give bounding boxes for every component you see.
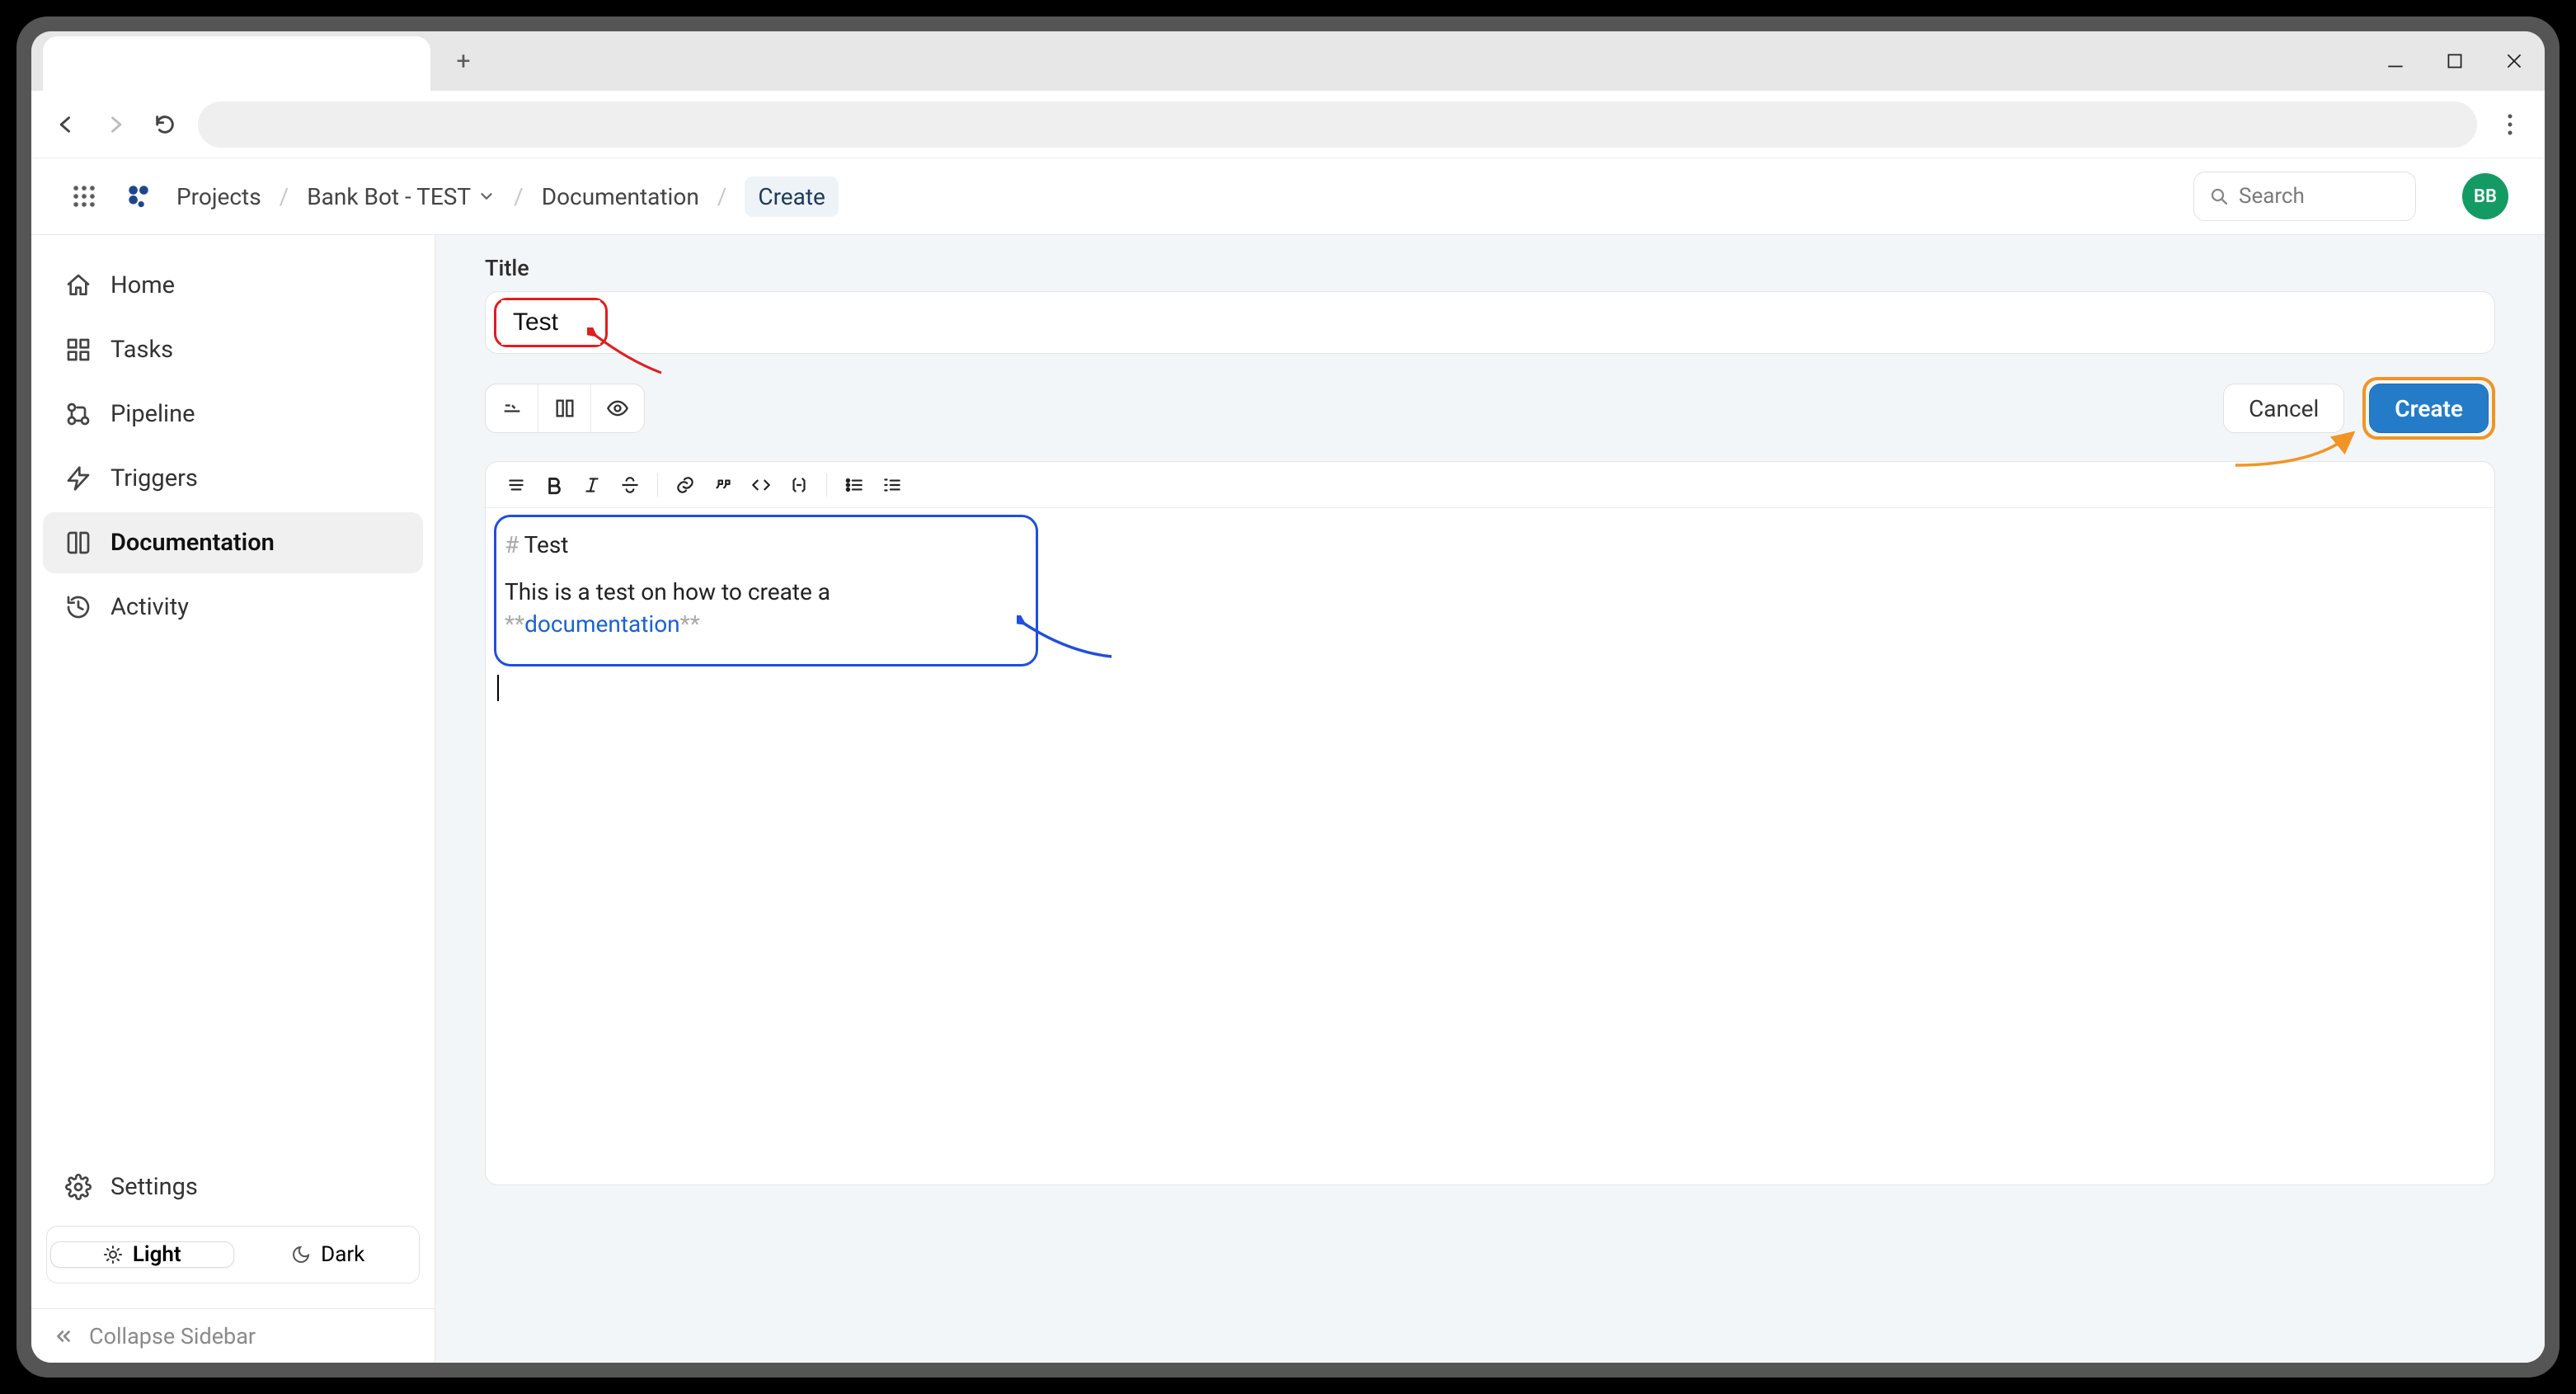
theme-light-label: Light xyxy=(133,1242,181,1267)
nav-back-button[interactable] xyxy=(49,108,82,141)
search-placeholder: Search xyxy=(2239,184,2305,209)
breadcrumb-separator: / xyxy=(717,183,727,210)
editor-line-2: This is a test on how to create a **docu… xyxy=(505,576,1027,640)
editor-line-1: # Test xyxy=(505,529,1027,561)
title-input-container xyxy=(485,291,2495,354)
new-tab-button[interactable]: + xyxy=(445,43,482,79)
sidebar-item-label: Documentation xyxy=(110,529,275,557)
title-input[interactable] xyxy=(501,300,600,345)
nav-forward-button[interactable] xyxy=(99,108,132,141)
search-input[interactable]: Search xyxy=(2193,172,2416,221)
collapse-sidebar-label: Collapse Sidebar xyxy=(89,1323,256,1349)
app-logo-icon[interactable] xyxy=(122,180,155,213)
triggers-icon xyxy=(64,464,92,492)
editor-body[interactable]: # Test This is a test on how to create a… xyxy=(486,508,2494,1184)
sun-icon xyxy=(103,1245,123,1264)
app-header: Projects / Bank Bot - TEST / Documentati… xyxy=(31,158,2545,235)
create-button[interactable]: Create xyxy=(2369,384,2489,433)
md-hash: # xyxy=(505,531,519,558)
sidebar-item-documentation[interactable]: Documentation xyxy=(43,512,423,573)
md-body-text: This is a test on how to create a xyxy=(505,578,830,605)
activity-icon xyxy=(64,593,92,621)
sidebar-item-tasks[interactable]: Tasks xyxy=(43,319,423,380)
breadcrumb-separator: / xyxy=(280,183,289,210)
title-red-callout xyxy=(494,298,608,347)
theme-light[interactable]: Light xyxy=(50,1241,234,1268)
chevrons-left-icon xyxy=(53,1326,74,1347)
create-orange-callout: Create xyxy=(2362,377,2495,440)
nav-reload-button[interactable] xyxy=(148,108,181,141)
md-heading-text: Test xyxy=(519,531,568,558)
sidebar-item-pipeline[interactable]: Pipeline xyxy=(43,384,423,445)
md-bold-open: ** xyxy=(505,610,524,638)
breadcrumb-project-name: Bank Bot - TEST xyxy=(307,183,471,210)
breadcrumb-projects[interactable]: Projects xyxy=(176,183,261,210)
window-close-button[interactable] xyxy=(2502,49,2527,73)
md-bold-close: ** xyxy=(680,610,700,638)
home-icon xyxy=(64,271,92,299)
md-bold-word: documentation xyxy=(524,610,680,638)
toolbar-bullet-list-button[interactable] xyxy=(837,468,872,502)
sidebar-item-label: Settings xyxy=(110,1173,198,1201)
sidebar-item-activity[interactable]: Activity xyxy=(43,577,423,638)
browser-tab-strip: + xyxy=(31,31,2545,91)
cancel-button[interactable]: Cancel xyxy=(2223,384,2344,433)
search-icon xyxy=(2209,186,2229,206)
sidebar-item-label: Home xyxy=(110,271,175,299)
apps-grid-icon[interactable] xyxy=(68,180,101,213)
toolbar-quote-button[interactable] xyxy=(706,468,740,502)
avatar[interactable]: BB xyxy=(2462,173,2508,219)
sidebar-item-home[interactable]: Home xyxy=(43,255,423,316)
toolbar-heading-button[interactable] xyxy=(499,468,534,502)
sidebar: Home Tasks Pipeline Triggers Documentati… xyxy=(31,235,435,1363)
toolbar-italic-button[interactable] xyxy=(575,468,609,502)
window-minimize-button[interactable] xyxy=(2383,49,2408,73)
editor-mode-buttons xyxy=(485,384,645,433)
main-content: Title xyxy=(435,235,2545,1363)
editor-toolbar xyxy=(486,462,2494,508)
moon-icon xyxy=(291,1245,311,1264)
address-bar[interactable] xyxy=(198,101,2477,148)
toolbar-strike-button[interactable] xyxy=(613,468,647,502)
title-label: Title xyxy=(485,255,2495,281)
browser-menu-button[interactable] xyxy=(2494,113,2527,136)
mode-source-button[interactable] xyxy=(486,384,538,432)
sidebar-item-label: Pipeline xyxy=(110,400,195,428)
chevron-down-icon xyxy=(477,187,496,205)
toolbar-codeblock-button[interactable] xyxy=(782,468,816,502)
theme-dark[interactable]: Dark xyxy=(237,1242,420,1267)
pipeline-icon xyxy=(64,400,92,428)
breadcrumb-project-dropdown[interactable]: Bank Bot - TEST xyxy=(307,183,496,210)
editor-blue-callout: # Test This is a test on how to create a… xyxy=(494,515,1038,666)
toolbar-bold-button[interactable] xyxy=(537,468,571,502)
breadcrumb-current: Create xyxy=(745,177,839,217)
sidebar-item-label: Tasks xyxy=(110,336,173,364)
sidebar-item-triggers[interactable]: Triggers xyxy=(43,448,423,509)
breadcrumb: Projects / Bank Bot - TEST / Documentati… xyxy=(176,177,839,217)
browser-nav-row xyxy=(31,91,2545,158)
tasks-icon xyxy=(64,336,92,364)
collapse-sidebar-button[interactable]: Collapse Sidebar xyxy=(31,1308,435,1363)
mode-split-button[interactable] xyxy=(538,384,591,432)
breadcrumb-section[interactable]: Documentation xyxy=(542,183,699,210)
editor-cursor xyxy=(497,675,499,701)
gear-icon xyxy=(64,1173,92,1201)
toolbar-link-button[interactable] xyxy=(668,468,703,502)
browser-tab[interactable] xyxy=(43,36,430,91)
theme-switch[interactable]: Light Dark xyxy=(46,1226,420,1283)
sidebar-item-settings[interactable]: Settings xyxy=(43,1156,423,1217)
toolbar-code-button[interactable] xyxy=(744,468,778,502)
markdown-editor: # Test This is a test on how to create a… xyxy=(485,461,2495,1185)
mode-preview-button[interactable] xyxy=(591,384,644,432)
toolbar-ordered-list-button[interactable] xyxy=(875,468,910,502)
sidebar-item-label: Activity xyxy=(110,593,189,621)
documentation-icon xyxy=(64,529,92,557)
window-maximize-button[interactable] xyxy=(2442,49,2467,73)
sidebar-item-label: Triggers xyxy=(110,464,198,492)
breadcrumb-separator: / xyxy=(514,183,524,210)
theme-dark-label: Dark xyxy=(321,1242,364,1267)
